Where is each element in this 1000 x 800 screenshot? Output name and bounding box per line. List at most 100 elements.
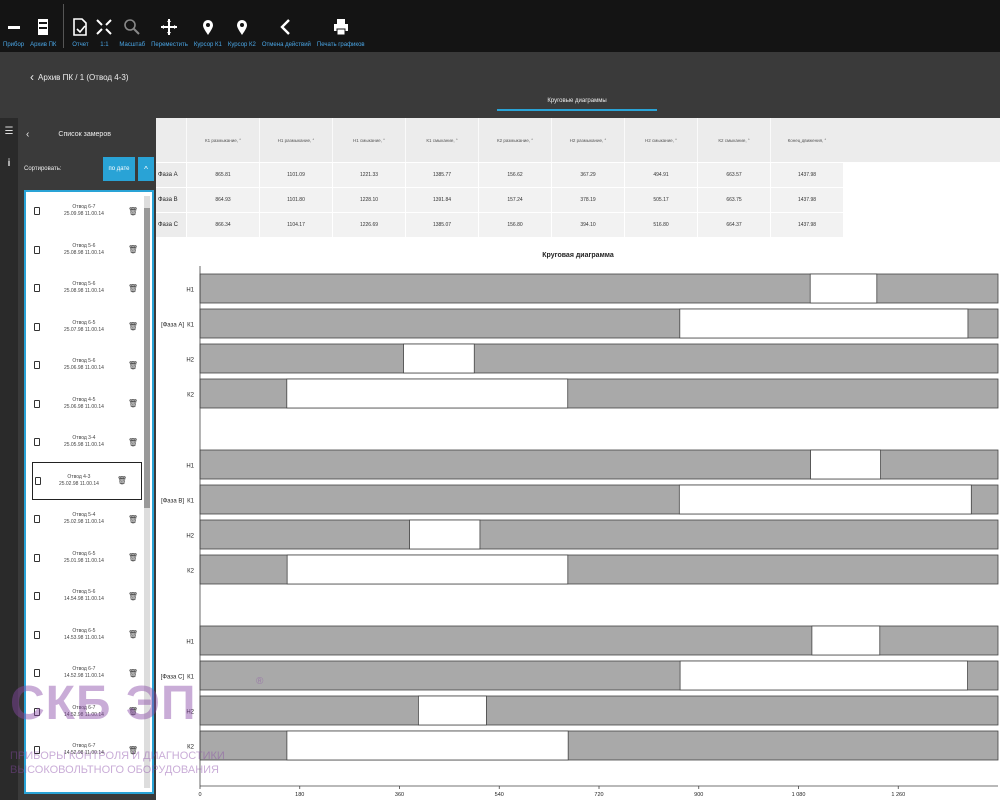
print-button[interactable]: Печать графиков xyxy=(314,0,368,52)
table-cell: 1226.69 xyxy=(332,213,405,237)
list-item-text: Отвод 4-3 25.02.98 11.00.14 xyxy=(41,474,117,488)
list-item-name: Отвод 6-5 xyxy=(72,319,96,326)
main-content: К1 размыкание, ° Н1 размыкание, ° Н1 смы… xyxy=(156,118,1000,800)
list-item[interactable]: Отвод 6-5 14.53.98 11.00.14 🗑 xyxy=(26,616,152,655)
sort-by-date-button[interactable]: по дате xyxy=(103,157,135,181)
row-label: Фаза В xyxy=(156,188,186,212)
sort-direction-button[interactable]: ^ xyxy=(138,157,154,181)
archive-icon xyxy=(38,19,49,35)
open-interval-bar xyxy=(286,730,569,761)
open-interval-bar xyxy=(679,308,969,339)
list-item[interactable]: Отвод 6-7 25.09.98 11.00.14 🗑 xyxy=(26,192,152,231)
table-cell: 865.81 xyxy=(186,163,259,187)
info-icon[interactable]: i xyxy=(0,154,18,172)
list-item[interactable]: Отвод 6-5 25.01.98 11.00.14 🗑 xyxy=(26,539,152,578)
row-label: Фаза А xyxy=(156,163,186,187)
move-button[interactable]: Переместить xyxy=(148,0,191,52)
trash-icon[interactable]: 🗑 xyxy=(128,361,138,370)
list-item[interactable]: Отвод 4-5 25.06.98 11.00.14 🗑 xyxy=(26,385,152,424)
column-header: К2 смыкание, ° xyxy=(697,118,770,162)
closed-interval-bar xyxy=(199,343,999,374)
list-icon[interactable]: ☰ xyxy=(0,122,18,140)
chart-title: Круговая диаграмма xyxy=(542,252,614,259)
list-item-date: 25.07.98 11.00.14 xyxy=(63,326,104,333)
cursor-k2-button-label: Курсор К2 xyxy=(227,42,256,48)
trash-icon[interactable]: 🗑 xyxy=(128,399,138,408)
tab-pie-charts[interactable]: Круговые диаграммы xyxy=(497,98,657,111)
list-item[interactable]: Отвод 5-6 25.08.98 11.00.14 🗑 xyxy=(26,269,152,308)
column-header: К1 размыкание, ° xyxy=(186,118,259,162)
list-item[interactable]: Отвод 5-4 25.02.98 11.00.14 🗑 xyxy=(26,500,152,539)
trash-icon[interactable]: 🗑 xyxy=(128,284,138,293)
table-row: Фаза А 865.81 1101.09 1221.33 1385.77 156.62 3… xyxy=(156,162,844,187)
list-item[interactable]: Отвод 6-5 25.07.98 11.00.14 🗑 xyxy=(26,308,152,347)
chevron-up-icon: ^ xyxy=(144,164,148,174)
table-cell: 864.93 xyxy=(186,188,259,212)
trash-icon[interactable]: 🗑 xyxy=(128,515,138,524)
trash-icon[interactable]: 🗑 xyxy=(117,476,127,485)
trash-icon[interactable]: 🗑 xyxy=(128,438,138,447)
list-item-date: 25.02.98 11.00.14 xyxy=(58,480,99,487)
list-item-date: 25.05.98 11.00.14 xyxy=(63,442,104,449)
zoom-button[interactable]: Масштаб xyxy=(116,0,148,52)
phase-label: [Фаза В] xyxy=(161,499,184,505)
breadcrumb[interactable]: ‹ Архив ПК / 1 (Отвод 4-3) xyxy=(30,70,129,84)
actual-size-icon xyxy=(96,19,113,35)
trash-icon[interactable]: 🗑 xyxy=(128,553,138,562)
row-label: Н1 xyxy=(186,640,194,646)
open-interval-bar xyxy=(679,660,968,691)
toolbar-divider xyxy=(63,4,65,48)
open-interval-bar xyxy=(811,625,881,656)
list-item-name: Отвод 4-5 xyxy=(72,396,96,403)
cursor-k1-button[interactable]: Курсор К1 xyxy=(191,0,225,52)
pie-timing-chart[interactable]: Н1К1[Фаза А]Н2К2Н1К1[Фаза В]Н2К2Н1К1[Фаз… xyxy=(156,260,1000,800)
report-button[interactable]: Отчет xyxy=(68,0,92,52)
watermark-tagline-1: ПРИБОРЫ КОНТРОЛЯ И ДИАГНОСТИКИ xyxy=(10,750,225,762)
archive-button-label: Архив ПК xyxy=(30,42,57,48)
column-header: Конец движения, ° xyxy=(770,118,843,162)
table-cell: 516.80 xyxy=(624,213,697,237)
scrollbar-thumb[interactable] xyxy=(144,208,150,508)
list-item-text: Отвод 6-5 25.07.98 11.00.14 xyxy=(40,320,128,334)
trash-icon[interactable]: 🗑 xyxy=(128,322,138,331)
list-item-text: Отвод 6-7 25.09.98 11.00.14 xyxy=(40,204,128,218)
cursor-pin-icon xyxy=(236,20,247,35)
column-header: К2 размыкание, ° xyxy=(478,118,551,162)
list-item-text: Отвод 3-4 25.05.98 11.00.14 xyxy=(40,435,128,449)
open-interval-bar xyxy=(409,519,481,550)
archive-button[interactable]: Архив ПК xyxy=(27,0,59,52)
open-interval-bar xyxy=(810,449,881,480)
list-item[interactable]: Отвод 5-6 25.08.98 11.00.14 🗑 xyxy=(26,231,152,270)
trash-icon[interactable]: 🗑 xyxy=(128,592,138,601)
device-button[interactable]: Прибор xyxy=(0,0,27,52)
column-header: Н2 размыкание, ° xyxy=(551,118,624,162)
closed-interval-bar xyxy=(199,273,999,304)
trash-icon[interactable]: 🗑 xyxy=(128,207,138,216)
back-chevron-icon[interactable]: ‹ xyxy=(30,70,34,84)
zoom-icon xyxy=(124,19,140,35)
app-window: { "toolbar": { "buttons": [ {"label": "П… xyxy=(0,0,1000,800)
actual-size-button-label: 1:1 xyxy=(100,42,109,48)
x-tick-label: 720 xyxy=(594,792,603,798)
actual-size-button[interactable]: 1:1 xyxy=(92,0,116,52)
list-item[interactable]: Отвод 5-6 25.06.98 11.00.14 🗑 xyxy=(26,346,152,385)
company-watermark: СКБ ЭП ® ПРИБОРЫ КОНТРОЛЯ И ДИАГНОСТИКИ … xyxy=(10,668,270,788)
move-icon xyxy=(161,19,178,35)
table-cell: 157.24 xyxy=(478,188,551,212)
list-item-text: Отвод 5-6 25.08.98 11.00.14 xyxy=(40,281,128,295)
list-item-text: Отвод 5-6 14.54.98 11.00.14 xyxy=(40,589,128,603)
table-cell: 1228.10 xyxy=(332,188,405,212)
trash-icon[interactable]: 🗑 xyxy=(128,245,138,254)
list-item-selected[interactable]: Отвод 4-3 25.02.98 11.00.14 🗑 xyxy=(32,461,142,500)
list-item[interactable]: Отвод 5-6 14.54.98 11.00.14 🗑 xyxy=(26,577,152,616)
list-item[interactable]: Отвод 3-4 25.05.98 11.00.14 🗑 xyxy=(26,423,152,462)
table-cell: 367.29 xyxy=(551,163,624,187)
watermark-tagline-2: ВЫСОКОВОЛЬТНОГО ОБОРУДОВАНИЯ xyxy=(10,764,219,776)
table-header-filler xyxy=(844,118,1000,162)
table-row: Фаза С 866.34 1104.17 1226.69 1385.07 156.80 3… xyxy=(156,212,844,237)
trash-icon[interactable]: 🗑 xyxy=(128,630,138,639)
closed-interval-bar xyxy=(199,695,999,726)
undo-button[interactable]: Отмена действий xyxy=(259,0,314,52)
cursor-k2-button[interactable]: Курсор К2 xyxy=(225,0,259,52)
watermark-registered-mark: ® xyxy=(256,676,264,687)
